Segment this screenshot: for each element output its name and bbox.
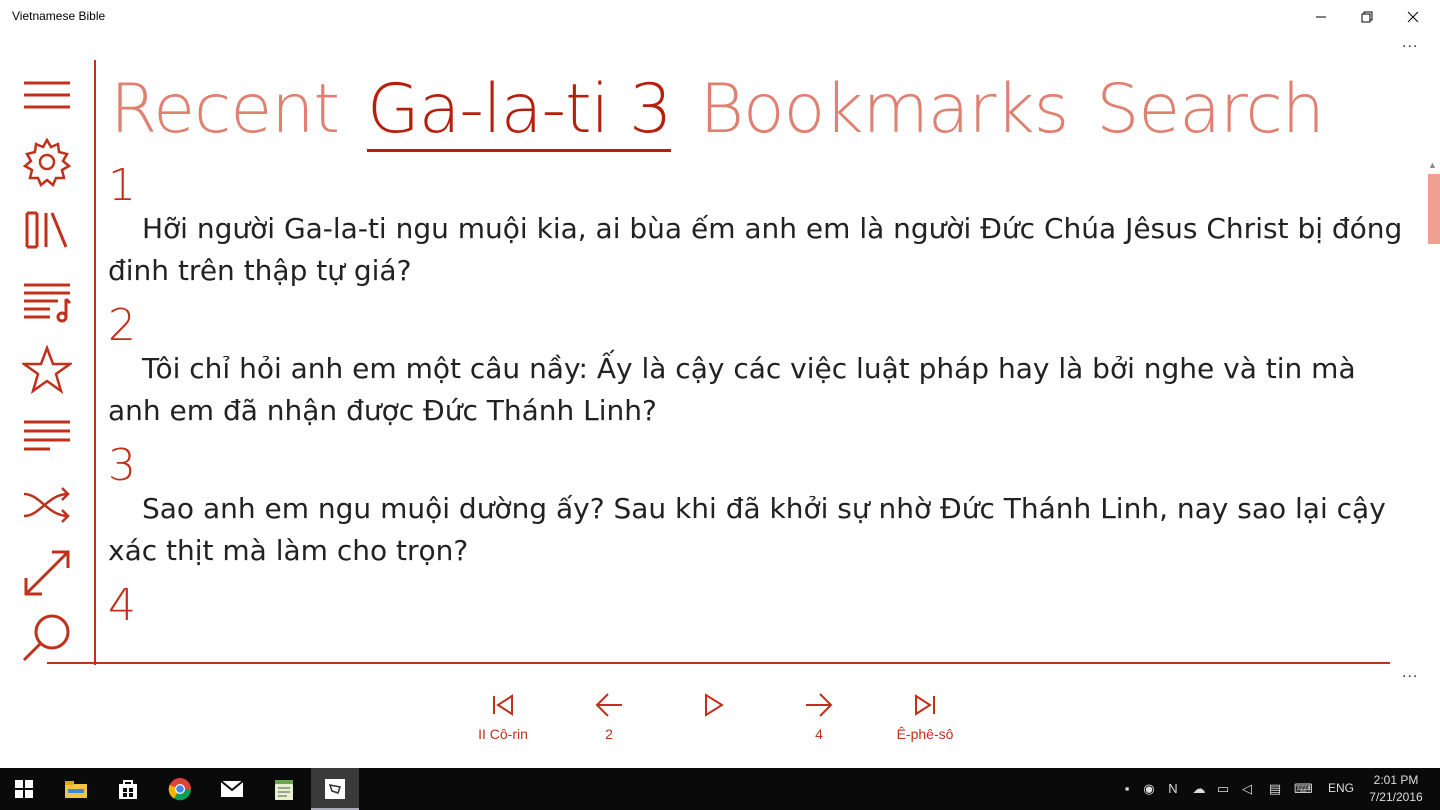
network-share-icon[interactable]: ▪ [1118,780,1136,798]
next-book-button[interactable]: Ê-phê-sô [885,690,965,760]
gear-icon[interactable] [22,137,72,187]
volume-icon[interactable]: ◁ [1238,780,1256,798]
minimize-button[interactable] [1298,0,1344,34]
shuffle-icon[interactable] [22,480,72,530]
restore-button[interactable] [1344,0,1390,34]
library-icon[interactable] [22,205,72,255]
verse-text: Sao anh em ngu muội dường ấy? Sau khi đã… [108,492,1386,567]
verse[interactable]: 2 Tôi chỉ hỏi anh em một câu nầy: Ấy là … [108,300,1408,432]
arrow-left-icon [595,693,622,717]
app-title: Vietnamese Bible [12,9,106,23]
clock-date: 7/21/2016 [1369,790,1423,804]
search-icon[interactable] [22,612,72,662]
skip-next-icon [915,694,935,716]
notepad-icon[interactable] [260,768,308,810]
clock-time: 2:01 PM [1373,773,1419,787]
title-bar: Vietnamese Bible [0,0,1440,34]
scroll-up-arrow-icon[interactable]: ▲ [1428,160,1437,170]
chrome-icon[interactable] [156,768,204,810]
next-chapter-label: 4 [815,726,823,742]
verse[interactable]: 4 [108,580,1408,631]
arrow-right-icon [806,693,833,717]
onenote-icon[interactable]: N [1164,780,1182,798]
input-language[interactable]: ENG [1328,781,1354,795]
more-options-bottom-button[interactable]: ... [1402,664,1418,682]
action-center-icon[interactable]: ▤ [1266,780,1284,798]
windows-start-icon[interactable] [0,768,48,810]
pivot-header: Recent Ga-la-ti 3 Bookmarks Search [110,70,1352,160]
file-explorer-icon[interactable] [52,768,100,810]
previous-chapter-label: 2 [605,726,613,742]
tab-bookmarks[interactable]: Bookmarks [699,70,1069,149]
play-icon [705,693,724,717]
next-chapter-button[interactable]: 4 [779,690,859,760]
first-book-label: II Cô-rin [478,726,528,742]
chapter-content[interactable]: 1 Hỡi người Ga-la-ti ngu muội kia, ai bù… [108,160,1408,662]
verse-number: 2 [108,300,136,351]
playlist-music-icon[interactable] [22,275,72,325]
mail-icon[interactable] [208,768,256,810]
network-icon[interactable]: ▭ [1214,780,1232,798]
restore-icon [1361,11,1373,23]
verse-number: 3 [108,440,136,491]
steam-icon[interactable]: ◉ [1140,780,1158,798]
skip-previous-icon [493,694,513,716]
text-lines-icon[interactable] [22,410,72,460]
more-options-top-button[interactable]: ... [1402,34,1418,52]
play-button[interactable] [673,690,753,760]
rail-divider [94,60,96,665]
verse-text: Tôi chỉ hỏi anh em một câu nầy: Ấy là cậ… [108,352,1356,427]
close-icon [1407,11,1419,23]
star-icon[interactable] [22,345,72,395]
hamburger-menu-icon[interactable] [22,70,72,120]
tab-current-chapter[interactable]: Ga-la-ti 3 [367,70,672,152]
keyboard-icon[interactable]: ⌨ [1294,780,1313,798]
first-book-button[interactable]: II Cô-rin [463,690,543,760]
content-divider [47,662,1390,664]
verse-number: 1 [108,160,136,211]
store-icon[interactable] [104,768,152,810]
verse-text: Hỡi người Ga-la-ti ngu muội kia, ai bùa … [108,212,1403,287]
minimize-icon [1316,16,1326,18]
system-clock[interactable]: 2:01 PM 7/21/2016 [1366,772,1426,806]
taskbar: ▪ ◉ N ☁ ▭ ◁ ▤ ⌨ ENG 2:01 PM 7/21/2016 [0,768,1440,810]
scrollbar-thumb[interactable] [1428,174,1440,244]
close-button[interactable] [1390,0,1436,34]
verse[interactable]: 1 Hỡi người Ga-la-ti ngu muội kia, ai bù… [108,160,1408,292]
tab-recent[interactable]: Recent [110,70,340,149]
next-book-label: Ê-phê-sô [896,726,954,742]
bible-app-icon[interactable] [311,768,359,810]
onedrive-cloud-icon[interactable]: ☁ [1190,780,1208,798]
verse-number: 4 [108,580,136,631]
verse[interactable]: 3 Sao anh em ngu muội dường ấy? Sau khi … [108,440,1408,572]
tab-search[interactable]: Search [1096,70,1325,149]
previous-chapter-button[interactable]: 2 [569,690,649,760]
expand-diagonal-icon[interactable] [22,548,72,598]
